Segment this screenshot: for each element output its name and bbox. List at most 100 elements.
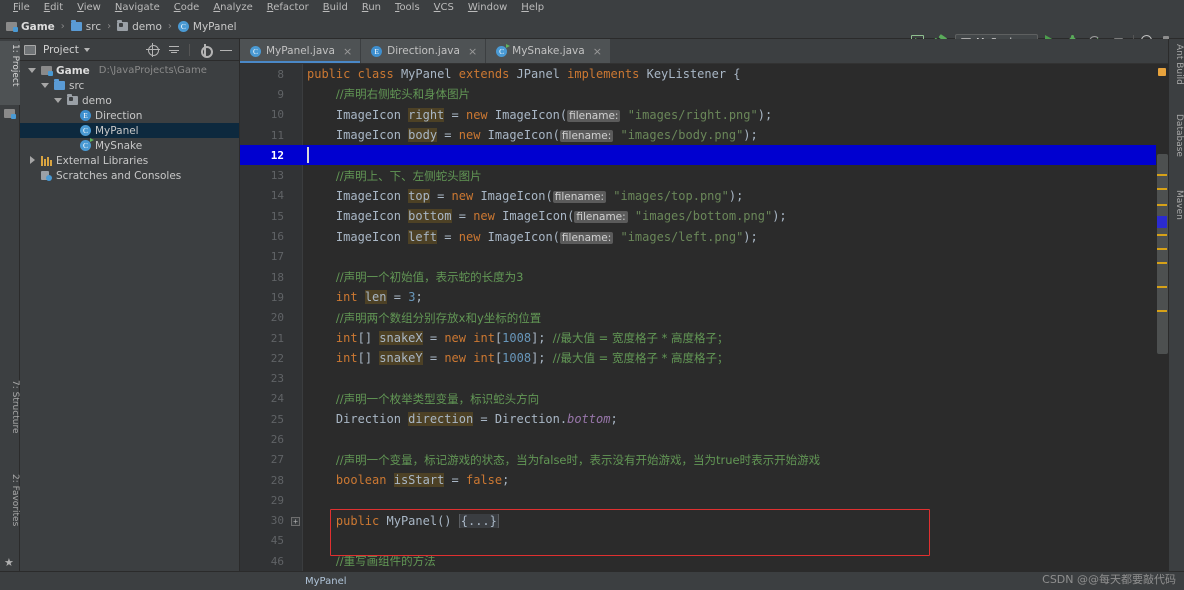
collapse-all-icon[interactable] (168, 44, 180, 56)
line-number: 12 (270, 148, 284, 162)
package-icon (117, 20, 129, 31)
code-line-28[interactable]: 28 boolean isStart = false; (240, 470, 1168, 490)
breadcrumb-item-demo[interactable]: demo (117, 20, 162, 33)
tree-item-demo[interactable]: demo (20, 93, 239, 108)
menu-item-window[interactable]: Window (461, 0, 514, 15)
code-text: //重写画组件的方法 (335, 554, 436, 569)
code-line-10[interactable]: 10 ImageIcon right = new ImageIcon(filen… (240, 105, 1168, 125)
sidebar-tab-favorites[interactable]: 2: Favorites (0, 471, 20, 549)
line-number: 28 (270, 473, 284, 487)
code-editor[interactable]: 8 public class MyPanel extends JPanel imp… (240, 64, 1168, 571)
fold-column (288, 165, 302, 185)
line-number: 13 (270, 169, 284, 183)
code-line-17[interactable]: 17 (240, 247, 1168, 267)
tree-item-game[interactable]: Game D:\JavaProjects\Game (20, 63, 239, 78)
scratch-icon (41, 170, 52, 181)
editor-scrollbar-thumb[interactable] (1157, 154, 1168, 354)
close-icon[interactable]: × (343, 45, 352, 58)
code-line-27[interactable]: 27 //声明一个变量，标记游戏的状态，当为false时，表示没有开始游戏，当为… (240, 450, 1168, 470)
code-line-24[interactable]: 24 //声明一个枚举类型变量，标识蛇头方向 (240, 389, 1168, 409)
breadcrumb-item-src[interactable]: src (70, 20, 101, 33)
menu-item-code[interactable]: Code (167, 0, 207, 15)
menu-item-build[interactable]: Build (316, 0, 355, 15)
watermark: CSDN @@每天都要敲代码 (1042, 573, 1176, 586)
code-line-30[interactable]: 30 + public MyPanel() {...} (240, 511, 1168, 531)
right-tool-strip: Ant Build Database Maven (1168, 39, 1184, 571)
code-line-29[interactable]: 29 (240, 490, 1168, 510)
code-line-8[interactable]: 8 public class MyPanel extends JPanel imp… (240, 64, 1168, 84)
code-line-12[interactable]: 12 (240, 145, 1168, 166)
settings-gear-icon[interactable] (199, 43, 213, 58)
breadcrumb-item-mypanel[interactable]: C MyPanel (177, 21, 237, 33)
line-number: 14 (270, 189, 284, 203)
code-line-23[interactable]: 23 (240, 368, 1168, 388)
editor-tab-direction-java[interactable]: E Direction.java × (361, 39, 487, 63)
hide-icon[interactable] (220, 44, 232, 56)
locate-icon[interactable] (146, 42, 160, 57)
code-line-19[interactable]: 19 int len = 3; (240, 287, 1168, 307)
tree-item-label: demo (82, 94, 112, 107)
code-lines[interactable]: 8 public class MyPanel extends JPanel imp… (240, 64, 1168, 571)
tree-item-mypanel[interactable]: C MyPanel (20, 123, 239, 138)
project-panel-header: Project (20, 39, 239, 61)
sidebar-tab-project[interactable]: 1: Project (0, 41, 20, 105)
tree-item-src[interactable]: src (20, 78, 239, 93)
project-strip-icon (4, 109, 15, 118)
code-text: //声明两个数组分别存放x和y坐标的位置 (335, 310, 542, 325)
twisty-right-icon[interactable] (28, 156, 37, 165)
status-context: MyPanel (305, 575, 347, 587)
fold-expand-icon[interactable]: + (291, 516, 300, 526)
twisty-down-icon[interactable] (41, 81, 50, 90)
warning-indicator[interactable] (1158, 68, 1166, 76)
menu-item-refactor[interactable]: Refactor (260, 0, 316, 15)
twisty-down-icon[interactable] (28, 66, 37, 75)
editor-tab-mysnake-java[interactable]: C MySnake.java × (486, 39, 611, 63)
tree-item-scratches-and-consoles[interactable]: Scratches and Consoles (20, 168, 239, 183)
code-line-14[interactable]: 14 ImageIcon top = new ImageIcon(filenam… (240, 186, 1168, 206)
code-line-18[interactable]: 18 //声明一个初始值，表示蛇的长度为3 (240, 267, 1168, 287)
code-line-11[interactable]: 11 ImageIcon body = new ImageIcon(filena… (240, 125, 1168, 145)
close-icon[interactable]: × (593, 45, 602, 58)
code-line-46[interactable]: 46 //重写画组件的方法 (240, 551, 1168, 571)
code-line-9[interactable]: 9 //声明右侧蛇头和身体图片 (240, 84, 1168, 104)
breadcrumb-item-game[interactable]: Game (6, 21, 55, 33)
menu-item-file[interactable]: File (6, 0, 37, 15)
code-line-16[interactable]: 16 ImageIcon left = new ImageIcon(filena… (240, 226, 1168, 246)
editor-tab-mypanel-java[interactable]: C MyPanel.java × (240, 39, 362, 63)
menu-item-help[interactable]: Help (514, 0, 551, 15)
code-line-20[interactable]: 20 //声明两个数组分别存放x和y坐标的位置 (240, 308, 1168, 328)
close-icon[interactable]: × (468, 45, 477, 58)
sidebar-tab-maven[interactable]: Maven (1168, 187, 1184, 223)
code-line-22[interactable]: 22 int[] snakeY = new int[1008]; //最大值 =… (240, 348, 1168, 368)
line-number: 21 (270, 331, 284, 345)
menu-item-navigate[interactable]: Navigate (108, 0, 167, 15)
project-tool-window: Project Game D:\JavaProjects\Game src demo E… (20, 39, 240, 571)
menu-item-tools[interactable]: Tools (388, 0, 427, 15)
fold-column (288, 531, 302, 551)
tree-item-mysnake[interactable]: C MySnake (20, 138, 239, 153)
class-icon: C (250, 45, 261, 57)
code-text: //声明一个初始值，表示蛇的长度为3 (335, 270, 524, 285)
sidebar-tab-structure[interactable]: 7: Structure (0, 377, 20, 451)
code-line-21[interactable]: 21 int[] snakeX = new int[1008]; //最大值 =… (240, 328, 1168, 348)
menu-item-vcs[interactable]: VCS (427, 0, 461, 15)
menu-item-analyze[interactable]: Analyze (206, 0, 259, 15)
chevron-down-icon[interactable] (83, 47, 90, 52)
line-number: 18 (270, 270, 284, 284)
menu-item-run[interactable]: Run (355, 0, 388, 15)
tree-item-external-libraries[interactable]: External Libraries (20, 153, 239, 168)
code-line-25[interactable]: 25 Direction direction = Direction.botto… (240, 409, 1168, 429)
code-line-45[interactable]: 45 (240, 531, 1168, 551)
status-bar: MyPanel (0, 571, 1184, 590)
code-line-15[interactable]: 15 ImageIcon bottom = new ImageIcon(file… (240, 206, 1168, 226)
sidebar-tab-database[interactable]: Database (1168, 111, 1184, 160)
code-line-26[interactable]: 26 (240, 429, 1168, 449)
tree-item-direction[interactable]: E Direction (20, 108, 239, 123)
twisty-down-icon[interactable] (54, 96, 63, 105)
menu-item-edit[interactable]: Edit (37, 0, 70, 15)
fold-column (288, 551, 302, 571)
editor-marker-column[interactable] (1156, 64, 1168, 571)
sidebar-tab-ant-build[interactable]: Ant Build (1168, 41, 1184, 88)
code-line-13[interactable]: 13 //声明上、下、左侧蛇头图片 (240, 165, 1168, 185)
menu-item-view[interactable]: View (70, 0, 108, 15)
